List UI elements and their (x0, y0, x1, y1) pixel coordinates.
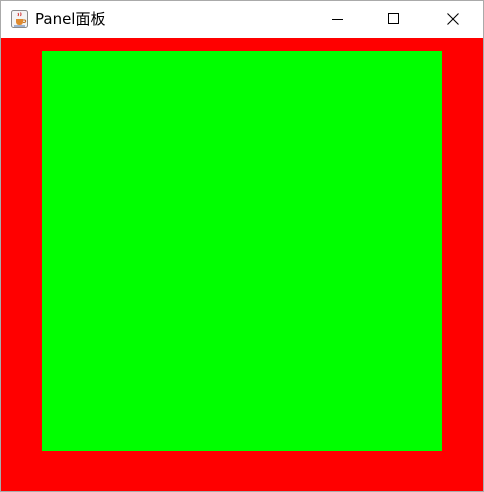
app-window: Panel面板 (0, 0, 484, 492)
title-bar[interactable]: Panel面板 (1, 1, 483, 38)
maximize-button[interactable] (371, 1, 417, 37)
minimize-icon (332, 19, 343, 20)
close-icon (447, 13, 459, 25)
window-title: Panel面板 (35, 10, 106, 28)
inner-panel (42, 51, 442, 451)
maximize-icon (388, 13, 399, 24)
close-button[interactable] (430, 1, 476, 37)
outer-panel (1, 38, 483, 491)
minimize-button[interactable] (315, 1, 361, 37)
java-coffee-icon[interactable] (11, 10, 28, 28)
